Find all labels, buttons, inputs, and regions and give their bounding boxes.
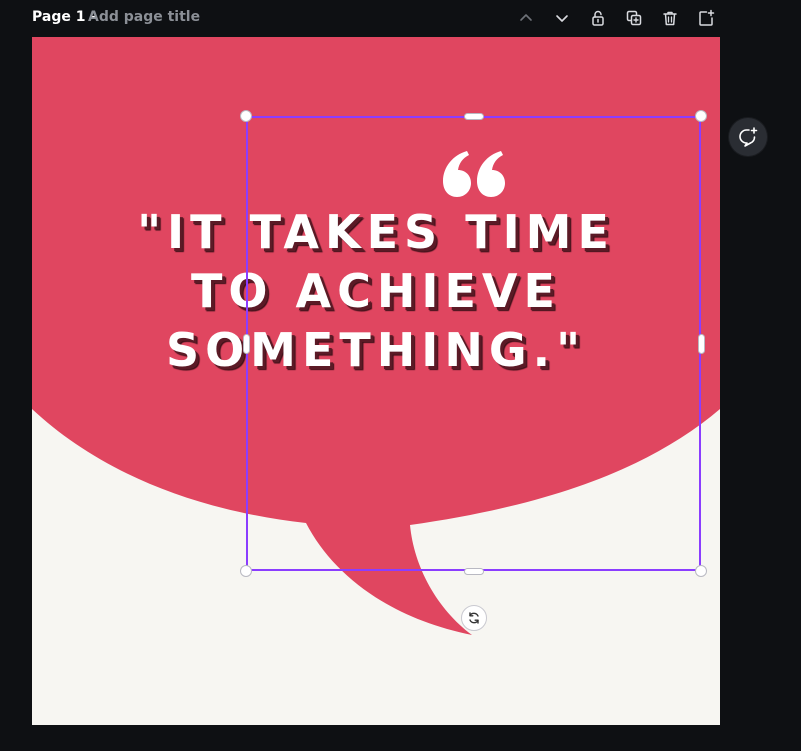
duplicate-page-icon bbox=[626, 10, 642, 26]
delete-icon bbox=[663, 11, 677, 26]
page-title-input[interactable]: Add page title bbox=[88, 9, 200, 25]
resize-handle-left[interactable] bbox=[243, 334, 250, 354]
resize-handle-bottom[interactable] bbox=[464, 568, 484, 575]
move-page-up-button[interactable] bbox=[515, 7, 537, 29]
page-header: Page 1 - Add page title bbox=[0, 0, 801, 37]
add-page-icon bbox=[699, 9, 715, 26]
page-number-label: Page 1 - bbox=[32, 9, 97, 25]
add-comment-button[interactable] bbox=[729, 118, 767, 156]
resize-handle-top-right[interactable] bbox=[695, 110, 707, 122]
lock-page-button[interactable] bbox=[587, 7, 609, 29]
resize-handle-bottom-left[interactable] bbox=[240, 565, 252, 577]
add-page-button[interactable] bbox=[695, 7, 717, 29]
move-page-down-button[interactable] bbox=[551, 7, 573, 29]
rotate-icon bbox=[469, 612, 479, 624]
lock-icon bbox=[592, 10, 604, 26]
resize-handle-bottom-right[interactable] bbox=[695, 565, 707, 577]
resize-handle-top[interactable] bbox=[464, 113, 484, 120]
chevron-up-icon bbox=[520, 14, 532, 21]
rotate-handle[interactable] bbox=[461, 605, 487, 631]
duplicate-page-button[interactable] bbox=[623, 7, 645, 29]
selection-box[interactable] bbox=[246, 116, 701, 571]
add-comment-icon bbox=[739, 127, 758, 147]
chevron-down-icon bbox=[556, 15, 568, 22]
resize-handle-right[interactable] bbox=[698, 334, 705, 354]
resize-handle-top-left[interactable] bbox=[240, 110, 252, 122]
delete-page-button[interactable] bbox=[659, 7, 681, 29]
